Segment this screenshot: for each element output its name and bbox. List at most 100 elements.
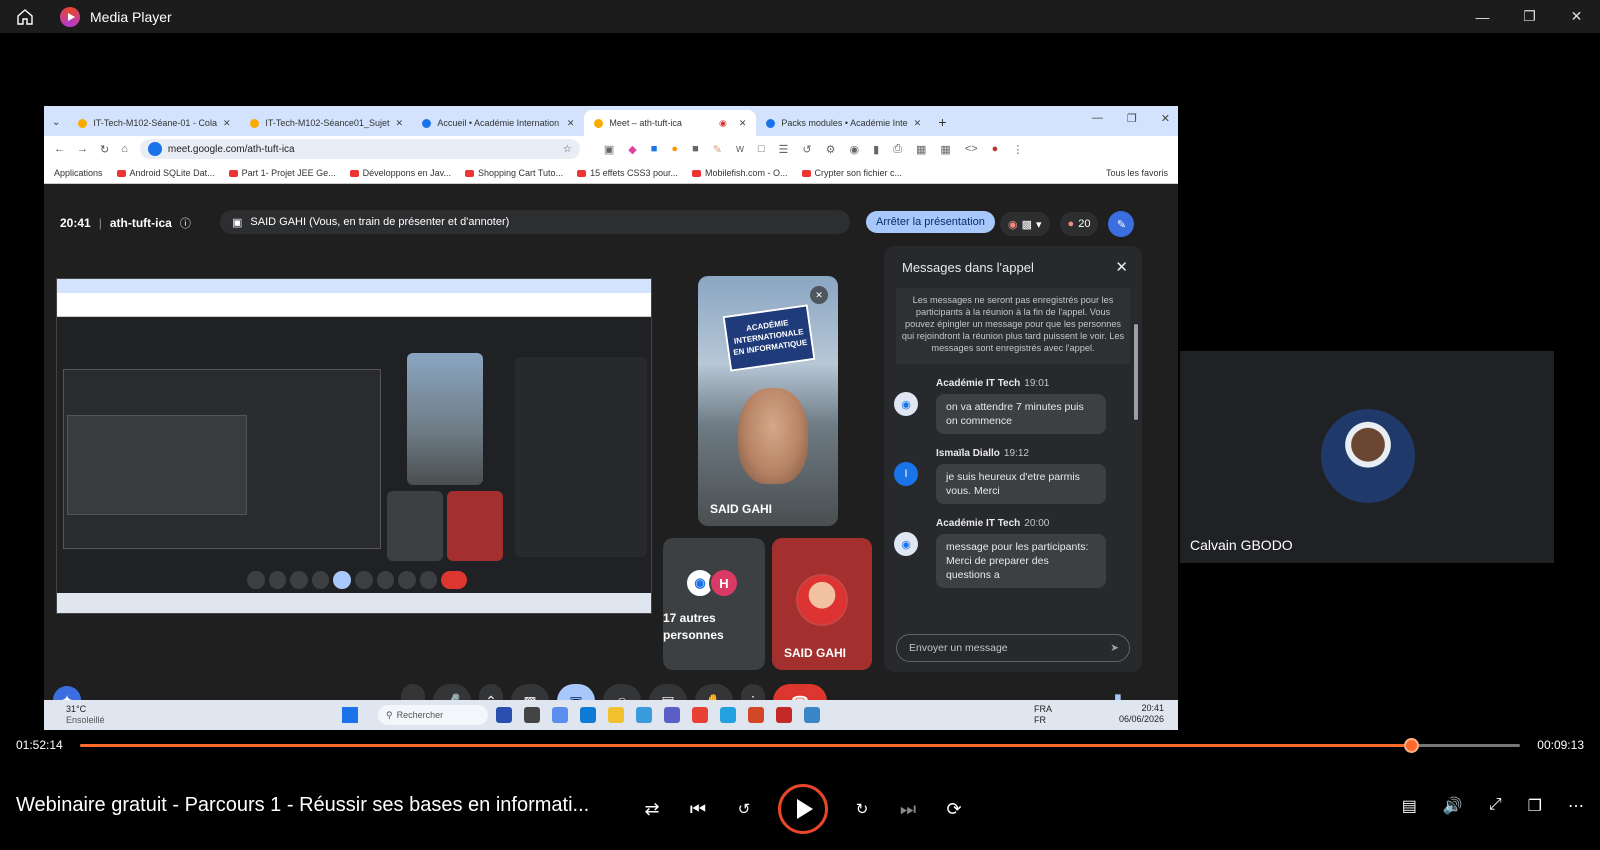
annotate-button[interactable]: ✎ [1108,211,1135,237]
forward-icon[interactable]: → [77,143,88,155]
extension-icon[interactable]: ● [671,143,678,156]
recording-controls[interactable]: ◉ ▩ ▾ [1000,212,1050,236]
extension-icon[interactable]: □ [758,143,765,156]
app-icon[interactable] [636,707,652,723]
fullscreen-icon[interactable]: ⤢ [1489,796,1502,816]
volume-icon[interactable]: 🔊 [1443,796,1463,816]
extension-icon[interactable]: w [736,143,744,156]
profile-avatar-icon[interactable]: ● [992,143,999,156]
more-options-icon[interactable]: ⋯ [1568,796,1584,816]
forward-30-button[interactable]: ↻ [850,797,874,821]
browser-tab-strip: ⌄ IT-Tech-M102-Séane-01 - Cola ✕ IT-Tech-… [44,106,1178,136]
participants-button[interactable]: ● 20 [1059,212,1099,236]
camera-off-icon: ▩ [1021,218,1033,231]
app-icon[interactable] [552,707,568,723]
start-icon[interactable] [342,707,358,723]
play-button[interactable] [778,784,828,834]
bookmark-star-icon[interactable]: ☆ [563,144,572,155]
extension-icon[interactable]: ▦ [940,143,950,156]
bookmark-item[interactable]: 15 effets CSS3 pour... [577,168,678,178]
bookmark-item[interactable]: Applications [54,168,103,178]
send-icon[interactable]: ➤ [1110,642,1119,654]
extension-icon[interactable]: <> [965,143,978,156]
extension-icon[interactable]: ☰ [779,143,789,156]
presenter-face [738,388,808,484]
app-icon[interactable] [720,707,736,723]
forward-30-icon: ↻ [855,801,869,818]
close-chat-icon[interactable]: ✕ [1115,258,1128,276]
extension-icon[interactable]: ✎ [713,143,722,156]
extension-icon[interactable]: ▦ [916,143,926,156]
tab-list-chevron-icon[interactable]: ⌄ [52,117,60,128]
taskbar-clock[interactable]: 20:41 06/06/2026 [1119,703,1164,725]
presenter-video-tile[interactable]: ACADÉMIE INTERNATIONALE EN INFORMATIQUE … [698,276,838,526]
taskbar-search[interactable]: ⚲ Rechercher [378,705,488,725]
browser-minimize-icon[interactable]: — [1092,112,1103,125]
browser-tab[interactable]: Packs modules • Académie Inte ✕ [756,110,928,136]
bookmark-item[interactable]: Développons en Jav... [350,168,451,178]
next-button[interactable]: ⏭ [896,797,920,821]
said-gahi-tile[interactable]: SAID GAHI [772,538,872,670]
home-page-icon[interactable]: ⌂ [121,143,128,155]
browser-menu-icon[interactable]: ⋮ [1012,143,1023,156]
extension-icon[interactable]: ◆ [628,143,636,156]
new-tab-button[interactable]: + [938,114,946,130]
bookmark-item[interactable]: Crypter son fichier c... [802,168,903,178]
repeat-button[interactable]: ⟳ [942,797,966,821]
previous-button[interactable]: ⏮ [686,797,710,821]
info-icon[interactable]: ⓘ [180,215,191,231]
rewind-10-button[interactable]: ↺ [732,797,756,821]
app-icon[interactable] [804,707,820,723]
extension-icon[interactable]: ⚙ [826,143,836,156]
app-icon[interactable] [580,707,596,723]
extension-icon[interactable]: ■ [651,143,658,156]
app-icon[interactable] [748,707,764,723]
app-icon[interactable] [664,707,680,723]
extension-icon[interactable]: ⎙ [893,143,902,156]
video-frame[interactable]: ⌄ IT-Tech-M102-Séane-01 - Cola ✕ IT-Tech-… [0,33,1600,730]
app-icon[interactable] [524,707,540,723]
seek-thumb[interactable] [1403,738,1419,753]
app-icon[interactable] [608,707,624,723]
close-window-button[interactable]: ✕ [1553,0,1600,33]
weather-widget[interactable]: 31°C Ensoleillé [66,704,105,726]
bookmark-item[interactable]: Mobilefish.com - O... [692,168,788,178]
browser-restore-icon[interactable]: ❐ [1127,112,1137,125]
extension-icon[interactable]: ▣ [604,143,614,156]
home-button[interactable] [0,0,50,33]
site-info-icon[interactable] [147,142,162,156]
stop-presenting-button[interactable]: Arrêter la présentation [866,211,995,233]
subtitles-icon[interactable]: ▤ [1402,796,1417,816]
chat-message: ◉ Académie IT Tech 19:01 on va attendre 7… [894,378,1142,434]
others-tile[interactable]: ◉ H 17 autres personnes [663,538,765,670]
all-favorites[interactable]: Tous les favoris [1106,168,1168,178]
reload-icon[interactable]: ↻ [100,143,109,156]
app-icon[interactable] [496,707,512,723]
bookmark-item[interactable]: Shopping Cart Tuto... [465,168,563,178]
mini-player-icon[interactable]: ❐ [1528,796,1542,816]
browser-tab[interactable]: IT-Tech-M102-Séane-01 - Cola ✕ [68,110,240,136]
browser-tab-active[interactable]: Meet – ath-tuft-ica ◉ ✕ [584,110,757,136]
tile-name-label: SAID GAHI [784,646,847,660]
shuffle-button[interactable]: ⇄ [640,797,664,821]
app-icon[interactable] [776,707,792,723]
minimize-button[interactable]: — [1459,0,1506,33]
extension-icon[interactable]: ◉ [850,143,860,156]
said-avatar [796,574,848,626]
seek-track[interactable] [80,738,1520,753]
extension-icon[interactable]: ↺ [802,143,811,156]
extension-icon[interactable]: ■ [692,143,699,156]
app-icon[interactable] [692,707,708,723]
restore-button[interactable]: ❐ [1506,0,1553,33]
chat-message-input[interactable]: Envoyer un message ➤ [896,634,1130,662]
back-icon[interactable]: ← [54,143,65,155]
bookmark-item[interactable]: Android SQLite Dat... [117,168,215,178]
browser-tab[interactable]: Accueil • Académie Internation ✕ [412,110,584,136]
browser-close-icon[interactable]: ✕ [1161,112,1170,125]
language-indicator[interactable]: FRA FR [1034,704,1052,726]
url-field[interactable]: meet.google.com/ath-tuft-ica ☆ [139,139,580,159]
extension-icon[interactable]: ▮ [873,143,879,156]
participant-tile[interactable]: Calvain GBODO [1180,351,1554,563]
browser-tab[interactable]: IT-Tech-M102-Séance01_Sujet ✕ [240,110,412,136]
bookmark-item[interactable]: Part 1- Projet JEE Ge... [229,168,336,178]
